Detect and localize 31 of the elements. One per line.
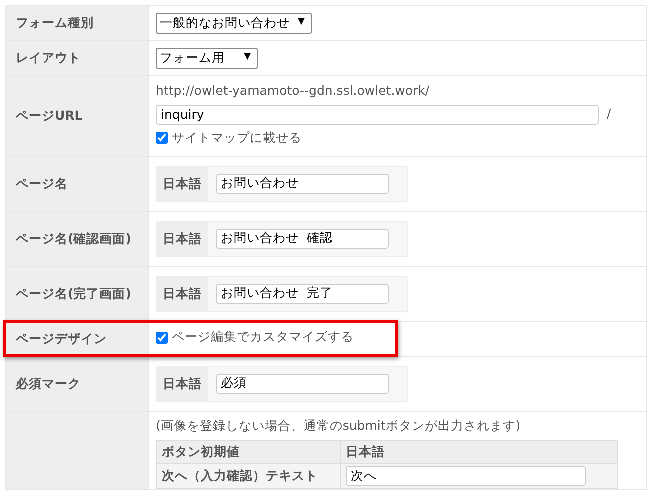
checkbox-label: ページ編集でカスタマイズする bbox=[172, 328, 354, 346]
text-input[interactable]: お問い合わせ 完了 bbox=[216, 284, 389, 304]
column-header: 日本語 bbox=[340, 440, 618, 464]
checkbox-label: サイトマップに載せる bbox=[172, 128, 302, 147]
caret-icon: ▼ bbox=[244, 51, 251, 65]
caret-icon: ▼ bbox=[298, 16, 305, 30]
language-label: 日本語 bbox=[157, 166, 208, 202]
field-label: ページ名(完了画面) bbox=[6, 266, 148, 322]
url-input[interactable]: inquiry bbox=[156, 104, 599, 125]
field-label: 必須マーク bbox=[6, 356, 148, 412]
field-label: ページ名 bbox=[6, 156, 148, 212]
language-label: 日本語 bbox=[157, 276, 208, 312]
note-text: (画像を登録しない場合、通常のsubmitボタンが出力されます) bbox=[156, 416, 522, 435]
text-input[interactable]: お問い合わせ bbox=[216, 174, 389, 194]
field-label: ページURL bbox=[6, 76, 148, 156]
column-header: ボタン初期値 bbox=[156, 440, 341, 464]
checkbox[interactable] bbox=[156, 132, 168, 144]
base-url: http://owlet-yamamoto--gdn.ssl.owlet.work/ bbox=[156, 82, 431, 100]
text-input[interactable]: 必須 bbox=[216, 374, 389, 394]
row-label: 次へ（入力確認）テキスト bbox=[156, 464, 341, 489]
text-input[interactable]: お問い合わせ 確認 bbox=[216, 228, 389, 249]
checkbox[interactable] bbox=[156, 332, 168, 344]
select-dropdown[interactable]: 一般的なお問い合わせ ▼ bbox=[156, 12, 312, 34]
language-label: 日本語 bbox=[157, 366, 208, 402]
language-label: 日本語 bbox=[157, 222, 208, 256]
field-label: レイアウト bbox=[6, 40, 148, 76]
slash: / bbox=[607, 105, 612, 124]
text-input[interactable]: 次へ bbox=[346, 466, 586, 486]
select-dropdown[interactable]: フォーム用 ▼ bbox=[156, 48, 258, 68]
field-label: フォーム種別 bbox=[6, 6, 148, 40]
field-label: ページ名(確認画面) bbox=[6, 211, 148, 266]
